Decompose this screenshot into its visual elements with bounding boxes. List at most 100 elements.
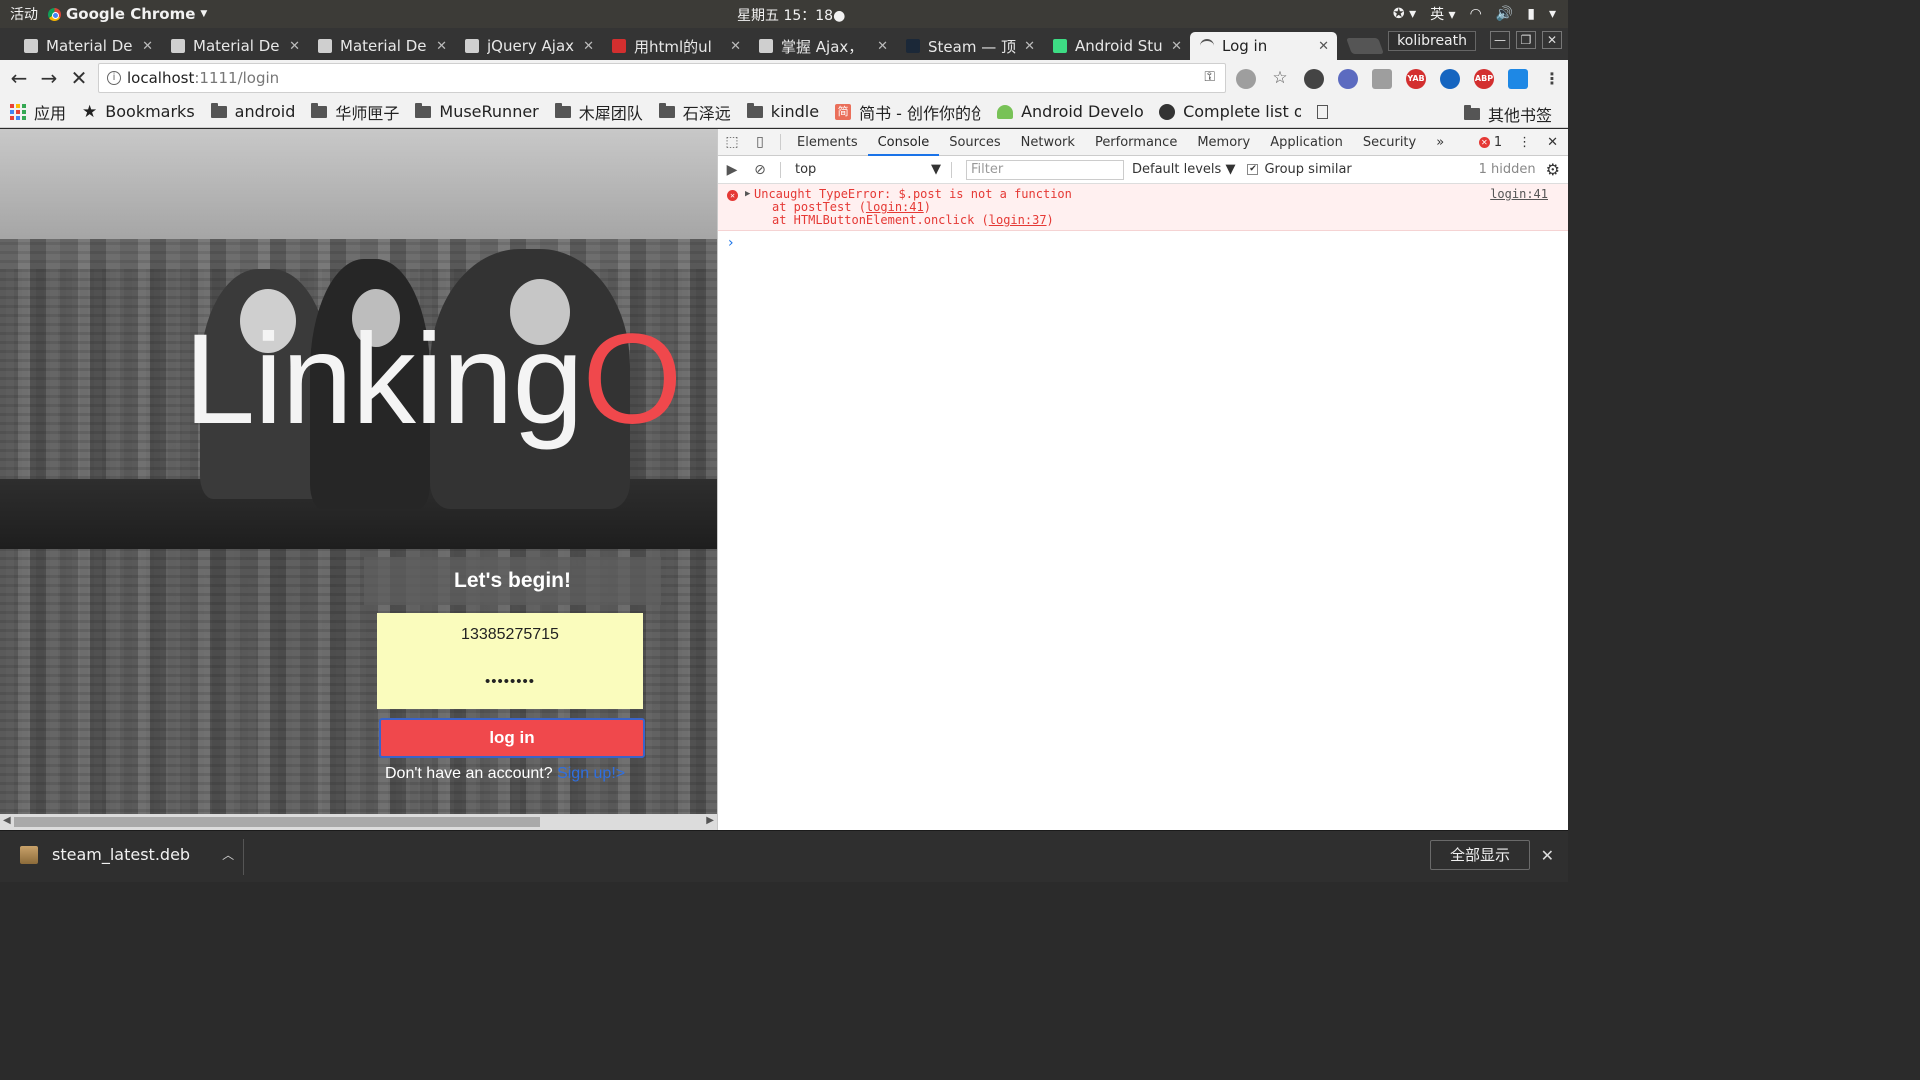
devtools-menu-icon[interactable]: ⋮ <box>1518 135 1531 150</box>
log-levels-dropdown[interactable]: Default levels ▼ <box>1132 162 1235 177</box>
bookmark-complete-list[interactable]: Complete list of <box>1159 102 1301 121</box>
new-tab-button[interactable] <box>1346 38 1384 54</box>
extension-calendar-icon[interactable] <box>1372 69 1392 89</box>
tab-performance[interactable]: Performance <box>1085 129 1187 156</box>
bookmark-folder-muxi[interactable]: 木犀团队 <box>554 100 643 124</box>
inspect-element-icon[interactable]: ⬚ <box>718 134 746 150</box>
volume-icon[interactable]: 🔊 <box>1496 6 1513 22</box>
close-tab-icon[interactable]: ✕ <box>1024 39 1035 54</box>
accessibility-icon[interactable]: ✪ ▾ <box>1393 6 1416 22</box>
tab-console[interactable]: Console <box>867 129 940 156</box>
horizontal-scrollbar[interactable]: ◀ ▶ <box>0 814 717 830</box>
forward-icon[interactable]: → <box>34 66 64 90</box>
close-window-icon[interactable]: ✕ <box>1542 31 1562 49</box>
scroll-left-icon[interactable]: ◀ <box>3 815 11 826</box>
profile-button[interactable]: kolibreath <box>1388 31 1476 51</box>
scrollbar-thumb[interactable] <box>14 817 540 827</box>
tab-steam[interactable]: Steam — 顶 ✕ <box>896 32 1043 60</box>
tab-material-1[interactable]: Material De ✕ <box>14 32 161 60</box>
tab-android-studio[interactable]: Android Stu ✕ <box>1043 32 1190 60</box>
password-input[interactable] <box>377 659 643 703</box>
tab-memory[interactable]: Memory <box>1187 129 1260 156</box>
chrome-menu-icon[interactable]: ⋮ <box>1542 69 1562 89</box>
bookmark-folder-kindle[interactable]: kindle <box>746 102 819 121</box>
download-item[interactable]: steam_latest.deb ︿ <box>20 845 234 864</box>
extension-owl-icon[interactable] <box>1338 69 1358 89</box>
group-similar-checkbox[interactable]: ✔ Group similar <box>1247 162 1352 177</box>
tab-elements[interactable]: Elements <box>787 129 868 156</box>
tab-material-2[interactable]: Material De ✕ <box>161 32 308 60</box>
close-tab-icon[interactable]: ✕ <box>583 39 594 54</box>
other-bookmarks[interactable]: 其他书签 <box>1463 102 1552 126</box>
login-button[interactable]: log in <box>379 718 645 758</box>
bookmark-bookmarks[interactable]: ★ Bookmarks <box>82 102 195 122</box>
site-info-icon[interactable]: i <box>107 71 121 85</box>
console-error-message[interactable]: ✕ ▶ Uncaught TypeError: $.post is not a … <box>718 184 1568 231</box>
chevron-up-icon[interactable]: ︿ <box>222 846 234 863</box>
close-tab-icon[interactable]: ✕ <box>142 39 153 54</box>
restore-icon[interactable]: ❐ <box>1516 31 1536 49</box>
signup-link[interactable]: Sign up!> <box>557 765 625 782</box>
console-settings-icon[interactable]: ⚙ <box>1546 160 1560 179</box>
close-devtools-icon[interactable]: ✕ <box>1547 135 1558 150</box>
extension-gray-icon[interactable] <box>1236 69 1256 89</box>
sidebar-toggle-icon[interactable]: ▶ <box>718 162 746 178</box>
tab-application[interactable]: Application <box>1260 129 1353 156</box>
bookmark-folder-android[interactable]: android <box>210 102 295 121</box>
wifi-icon[interactable]: ◠ <box>1470 6 1482 22</box>
console-prompt[interactable]: › <box>718 231 1568 251</box>
yab-extension-icon[interactable]: YAB <box>1406 69 1426 89</box>
tab-log-in[interactable]: Log in ✕ <box>1190 32 1337 60</box>
extension-dark-icon[interactable] <box>1304 69 1324 89</box>
adblock-plus-icon[interactable]: ABP <box>1474 69 1494 89</box>
app-menu[interactable]: Google Chrome ▼ <box>48 5 207 23</box>
power-menu-icon[interactable]: ▾ <box>1549 6 1556 22</box>
close-tab-icon[interactable]: ✕ <box>289 39 300 54</box>
error-count-badge[interactable]: ✕ 1 <box>1478 135 1502 150</box>
close-tab-icon[interactable]: ✕ <box>1171 39 1182 54</box>
tab-html-ul[interactable]: 用html的ul ✕ <box>602 32 749 60</box>
tab-sources[interactable]: Sources <box>939 129 1010 156</box>
activities-button[interactable]: 活动 <box>0 4 48 24</box>
show-all-downloads-button[interactable]: 全部显示 <box>1430 840 1530 870</box>
message-source-link[interactable]: login:41 <box>1490 188 1548 201</box>
tab-ajax[interactable]: 掌握 Ajax， ✕ <box>749 32 896 60</box>
close-tab-icon[interactable]: ✕ <box>436 39 447 54</box>
bookmark-folder-huashi[interactable]: 华师匣子 <box>311 100 399 124</box>
phone-input[interactable] <box>377 613 643 657</box>
bookmark-folder-muserunner[interactable]: MuseRunner <box>415 102 539 121</box>
expand-triangle-icon[interactable]: ▶ <box>745 188 750 201</box>
address-bar[interactable]: i localhost:1111/login ⚿ <box>98 63 1226 93</box>
close-shelf-icon[interactable]: ✕ <box>1541 846 1554 865</box>
close-tab-icon[interactable]: ✕ <box>1318 39 1329 54</box>
close-tab-icon[interactable]: ✕ <box>730 39 741 54</box>
source-link[interactable]: login:41 <box>866 200 924 214</box>
console-filter-input[interactable]: Filter <box>966 159 1124 180</box>
tab-material-3[interactable]: Material De ✕ <box>308 32 455 60</box>
context-selector[interactable]: top ▼ <box>795 162 945 177</box>
bookmark-star-icon[interactable]: ☆ <box>1270 69 1290 89</box>
bookmark-jianshu[interactable]: 简简书 - 创作你的创 <box>835 100 981 124</box>
extension-pocket-icon[interactable] <box>1508 69 1528 89</box>
bookmark-android-developers[interactable]: Android Develop <box>997 102 1143 121</box>
tab-network[interactable]: Network <box>1011 129 1085 156</box>
tab-jquery-ajax[interactable]: jQuery Ajax ✕ <box>455 32 602 60</box>
tab-security[interactable]: Security <box>1353 129 1426 156</box>
clock[interactable]: 星期五 15：18● <box>737 5 845 25</box>
more-tabs-icon[interactable]: » <box>1426 129 1454 156</box>
input-method[interactable]: 英 ▾ <box>1430 4 1455 24</box>
battery-icon[interactable]: ▮ <box>1527 6 1535 22</box>
bookmark-apps[interactable]: 应用 <box>10 100 66 124</box>
extension-diamond-icon[interactable] <box>1440 69 1460 89</box>
clear-console-icon[interactable]: ⊘ <box>746 162 774 178</box>
device-toolbar-icon[interactable]: ▯ <box>746 134 774 150</box>
back-icon[interactable]: ← <box>4 66 34 90</box>
minimize-icon[interactable]: — <box>1490 31 1510 49</box>
key-icon[interactable]: ⚿ <box>1204 69 1215 85</box>
bookmark-folder-shizeyuan[interactable]: 石泽远 <box>658 100 731 124</box>
close-tab-icon[interactable]: ✕ <box>877 39 888 54</box>
scroll-right-icon[interactable]: ▶ <box>706 815 714 826</box>
source-link[interactable]: login:37 <box>989 213 1047 227</box>
stop-loading-icon[interactable]: ✕ <box>64 66 94 90</box>
bookmark-page[interactable] <box>1317 104 1329 119</box>
